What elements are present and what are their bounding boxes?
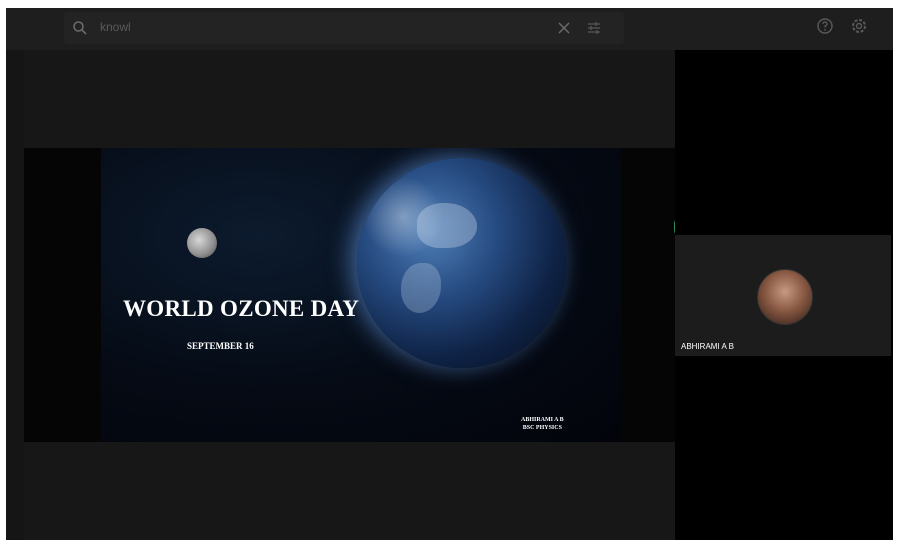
search-input[interactable]: knowl [100, 20, 131, 34]
settings-icon[interactable] [850, 17, 868, 35]
slide-subtitle: SEPTEMBER 16 [187, 341, 254, 351]
participants-panel: ABHIRAMI A B [675, 50, 893, 540]
moon-image [187, 228, 217, 258]
presentation-area: WORLD OZONE DAY SEPTEMBER 16 ABHIRAMI A … [24, 148, 675, 442]
earth-image [357, 158, 567, 368]
earth-land [417, 203, 477, 248]
credit-course: BSC PHYSICS [522, 425, 562, 431]
slide-title: WORLD OZONE DAY [123, 296, 360, 321]
presentation-slide: WORLD OZONE DAY SEPTEMBER 16 ABHIRAMI A … [101, 148, 621, 442]
search-icon[interactable] [72, 20, 88, 36]
avatar [757, 269, 813, 325]
slide-credit: ABHIRAMI A B BSC PHYSICS [521, 416, 564, 432]
tune-icon[interactable] [587, 21, 601, 35]
search-box[interactable]: knowl [64, 12, 624, 44]
credit-name: ABHIRAMI A B [521, 417, 564, 423]
close-icon[interactable] [557, 21, 571, 35]
top-bar: knowl [6, 8, 893, 50]
meeting-window: knowl WORLD OZONE DAY SEPTEMBER 16 ABHIR… [6, 8, 893, 540]
help-icon[interactable] [816, 17, 834, 35]
participant-name: ABHIRAMI A B [681, 342, 734, 351]
participant-tile[interactable]: ABHIRAMI A B [675, 235, 891, 356]
main-stage: WORLD OZONE DAY SEPTEMBER 16 ABHIRAMI A … [24, 50, 688, 540]
